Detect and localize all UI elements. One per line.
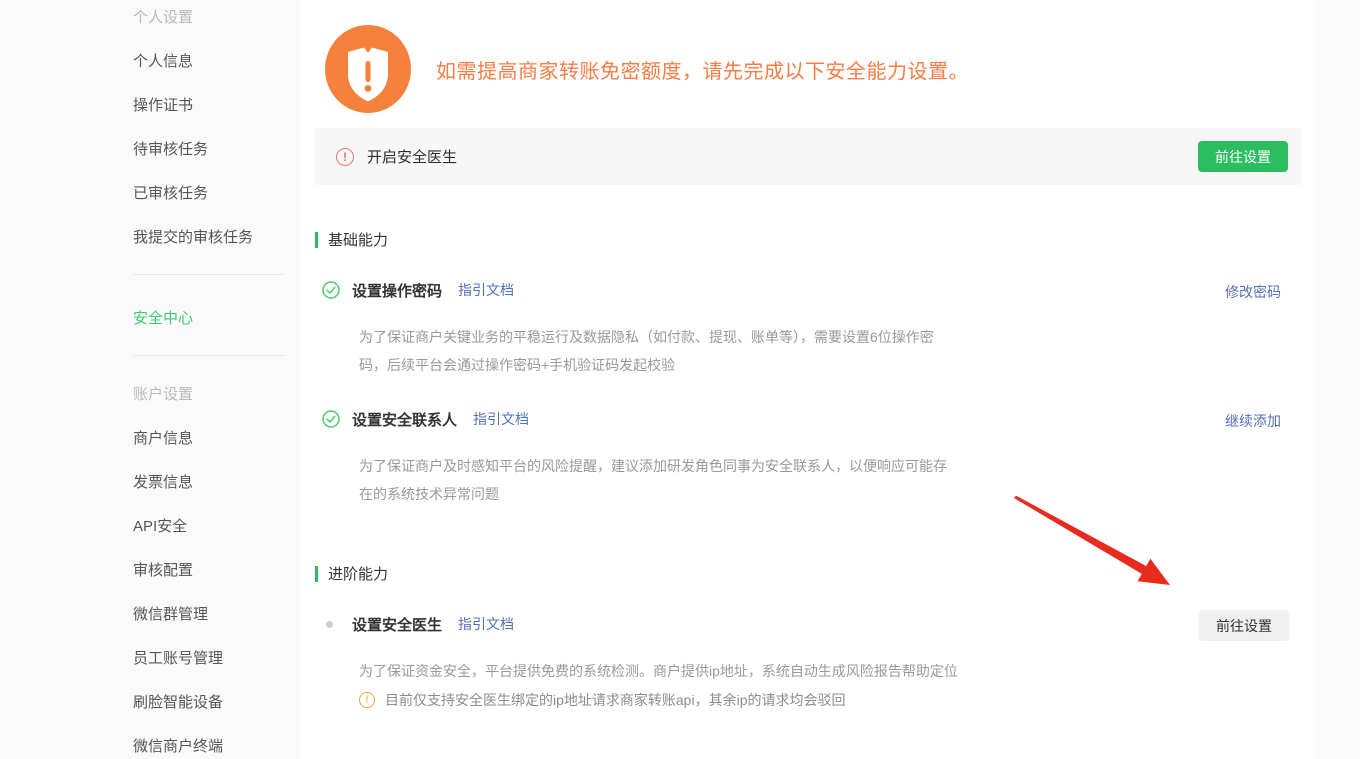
- sidebar-item-staff-account-mgmt[interactable]: 员工账号管理: [133, 651, 300, 667]
- banner-title: 开启安全医生: [367, 146, 457, 167]
- go-to-setup-button-secondary[interactable]: 前往设置: [1199, 610, 1289, 641]
- capability-item-operation-password: 设置操作密码 指引文档 修改密码 为了保证商户关键业务的平稳运行及数据隐私（如付…: [315, 281, 1301, 379]
- guide-doc-link[interactable]: 指引文档: [473, 409, 529, 429]
- warning-text: 目前仅支持安全医生绑定的ip地址请求商家转账api，其余ip的请求均会驳回: [385, 686, 845, 714]
- go-to-setup-button[interactable]: 前往设置: [1198, 141, 1288, 172]
- sidebar: 个人设置 个人信息 操作证书 待审核任务 已审核任务 我提交的审核任务 安全中心…: [0, 0, 300, 759]
- change-password-link[interactable]: 修改密码: [1225, 282, 1281, 302]
- section-title: 进阶能力: [328, 563, 388, 584]
- capability-title: 设置安全联系人: [352, 409, 457, 430]
- section-advanced-capability: 进阶能力: [315, 563, 1301, 584]
- sidebar-group-personal-settings: 个人设置: [133, 10, 300, 26]
- capability-item-security-contact: 设置安全联系人 指引文档 继续添加 为了保证商户及时感知平台的风险提醒，建议添加…: [315, 410, 1301, 508]
- sidebar-divider: [133, 355, 285, 356]
- section-basic-capability: 基础能力: [315, 229, 1301, 250]
- sidebar-item-review-config[interactable]: 审核配置: [133, 563, 300, 579]
- sidebar-item-personal-info[interactable]: 个人信息: [133, 54, 300, 70]
- shield-exclamation-icon: [325, 25, 411, 113]
- sidebar-item-pending-tasks[interactable]: 待审核任务: [133, 142, 300, 158]
- sidebar-item-wechat-merchant-terminal[interactable]: 微信商户终端: [133, 739, 300, 755]
- guide-doc-link[interactable]: 指引文档: [458, 614, 514, 634]
- sidebar-item-api-security[interactable]: API安全: [133, 519, 300, 535]
- section-accent-bar: [315, 232, 318, 248]
- alert-circle-icon: !: [336, 148, 354, 166]
- sidebar-item-my-submitted-tasks[interactable]: 我提交的审核任务: [133, 230, 300, 246]
- capability-description: 为了保证商户关键业务的平稳运行及数据隐私（如付款、提现、账单等），需要设置6位操…: [359, 323, 999, 379]
- guide-doc-link[interactable]: 指引文档: [458, 280, 514, 300]
- pending-dot-icon: [326, 621, 333, 628]
- security-notice-header: 如需提高商家转账免密额度，请先完成以下安全能力设置。: [315, 0, 1301, 113]
- sidebar-divider: [133, 274, 285, 275]
- sidebar-item-operation-cert[interactable]: 操作证书: [133, 98, 300, 114]
- main-content: 如需提高商家转账免密额度，请先完成以下安全能力设置。 ! 开启安全医生 前往设置…: [300, 0, 1315, 759]
- check-circle-icon: [322, 281, 340, 299]
- capability-warning: ! 目前仅支持安全医生绑定的ip地址请求商家转账api，其余ip的请求均会驳回: [359, 686, 1301, 714]
- continue-add-link[interactable]: 继续添加: [1225, 411, 1281, 431]
- sidebar-item-invoice-info[interactable]: 发票信息: [133, 475, 300, 491]
- capability-item-security-doctor: 设置安全医生 指引文档 前往设置 为了保证资金安全，平台提供免费的系统检测。商户…: [315, 615, 1301, 714]
- sidebar-group-account-settings: 账户设置: [133, 387, 300, 403]
- capability-title: 设置安全医生: [352, 614, 442, 635]
- section-accent-bar: [315, 566, 318, 582]
- check-circle-icon: [322, 410, 340, 428]
- sidebar-item-merchant-info[interactable]: 商户信息: [133, 431, 300, 447]
- capability-description: 为了保证商户及时感知平台的风险提醒，建议添加研发角色同事为安全联系人，以便响应可…: [359, 452, 999, 508]
- security-notice-text: 如需提高商家转账免密额度，请先完成以下安全能力设置。: [436, 55, 969, 84]
- section-title: 基础能力: [328, 229, 388, 250]
- capability-title: 设置操作密码: [352, 280, 442, 301]
- sidebar-item-wechat-group-mgmt[interactable]: 微信群管理: [133, 607, 300, 623]
- sidebar-item-reviewed-tasks[interactable]: 已审核任务: [133, 186, 300, 202]
- sidebar-item-security-center[interactable]: 安全中心: [133, 311, 300, 327]
- security-doctor-banner: ! 开启安全医生 前往设置: [315, 128, 1301, 185]
- info-circle-icon: !: [359, 692, 375, 708]
- sidebar-item-face-smart-device[interactable]: 刷脸智能设备: [133, 695, 300, 711]
- capability-description: 为了保证资金安全，平台提供免费的系统检测。商户提供ip地址，系统自动生成风险报告…: [359, 657, 999, 685]
